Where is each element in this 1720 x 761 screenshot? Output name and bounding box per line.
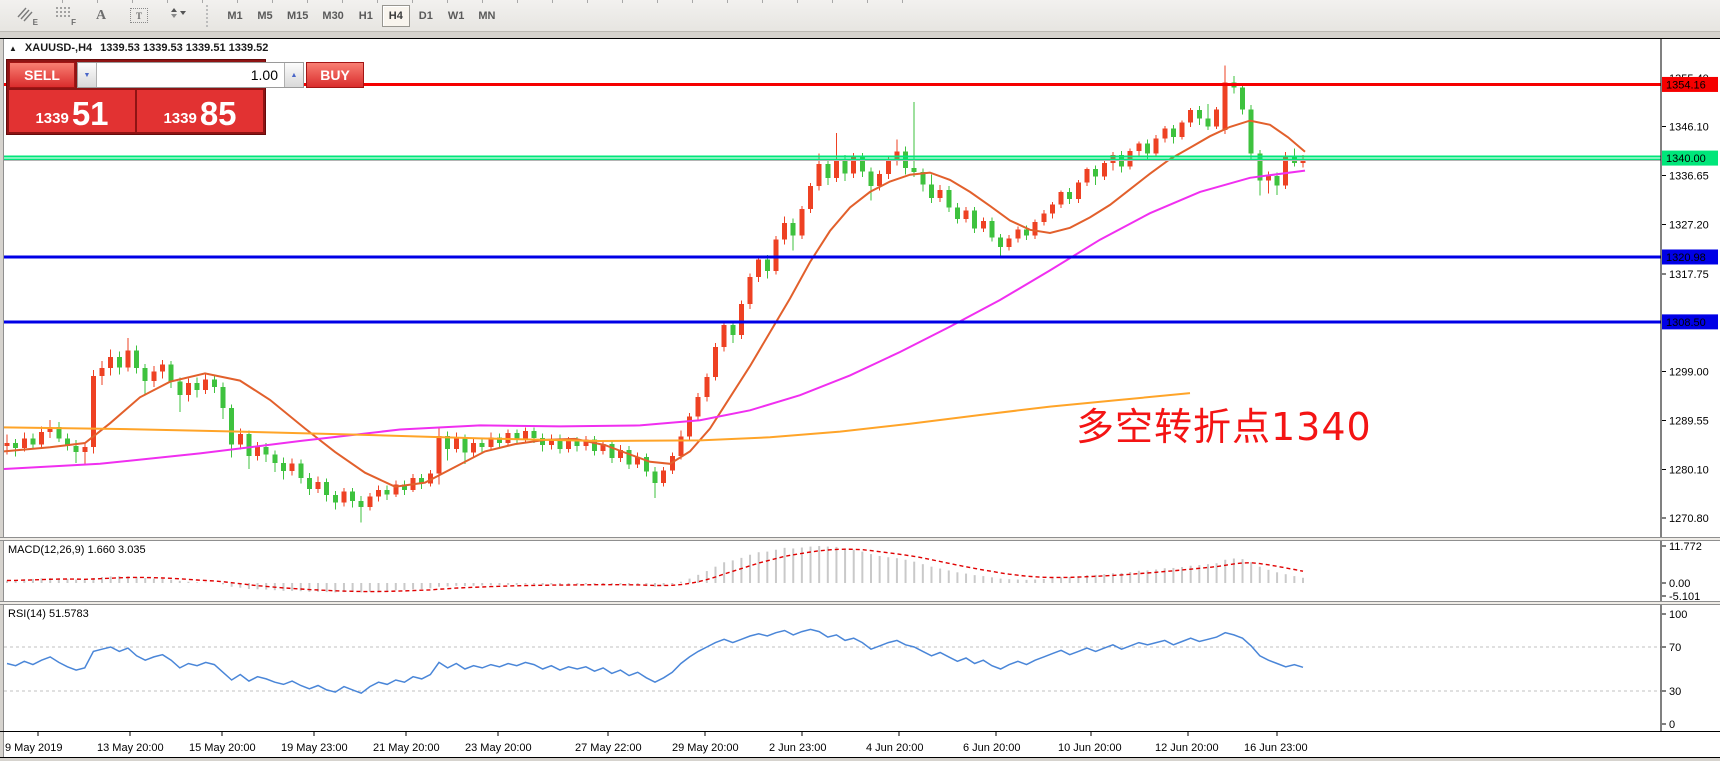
tf-button-mn[interactable]: MN	[472, 5, 501, 27]
svg-text:10 Jun 20:00: 10 Jun 20:00	[1058, 742, 1122, 754]
text-label-icon: A	[96, 8, 106, 24]
ohlc-values: 1339.53 1339.53 1339.51 1339.52	[100, 42, 268, 54]
svg-text:19 May 23:00: 19 May 23:00	[281, 742, 348, 754]
svg-text:29 May 20:00: 29 May 20:00	[672, 742, 739, 754]
arrange-button[interactable]	[160, 3, 194, 29]
ma-slow	[4, 393, 1190, 441]
svg-text:30: 30	[1669, 686, 1681, 698]
window-left-edge	[0, 39, 4, 757]
svg-text:2 Jun 23:00: 2 Jun 23:00	[769, 742, 827, 754]
rsi-line	[7, 629, 1303, 693]
grid-icon-letter: F	[71, 18, 76, 27]
svg-text:16 Jun 23:00: 16 Jun 23:00	[1244, 742, 1308, 754]
text-box-icon: T	[130, 8, 148, 23]
rsi-panel-layer	[4, 629, 1661, 693]
buy-button[interactable]: BUY	[306, 62, 364, 88]
svg-text:0.00: 0.00	[1669, 578, 1690, 590]
svg-text:1336.65: 1336.65	[1669, 171, 1709, 183]
chart-title: ▲ XAUUSD-,H4 1339.53 1339.53 1339.51 133…	[9, 42, 268, 54]
svg-text:1320.98: 1320.98	[1666, 252, 1706, 264]
tf-button-m1[interactable]: M1	[221, 5, 249, 27]
text-box-button[interactable]: T	[122, 3, 156, 29]
svg-text:27 May 22:00: 27 May 22:00	[575, 742, 642, 754]
macd-panel-layer	[7, 546, 1303, 592]
sell-price-big-figure: 1339	[35, 110, 68, 127]
svg-text:0: 0	[1669, 719, 1675, 731]
grid-button[interactable]: F	[46, 3, 80, 29]
buy-price-big-figure: 1339	[163, 110, 196, 127]
collapse-triangle-icon[interactable]: ▲	[9, 44, 17, 53]
svg-text:1346.10: 1346.10	[1669, 121, 1709, 133]
svg-text:15 May 20:00: 15 May 20:00	[189, 742, 256, 754]
volume-down-button[interactable]: ▼	[78, 63, 97, 87]
svg-text:1317.75: 1317.75	[1669, 269, 1709, 281]
one-click-trade-panel: SELL ▼ ▲ BUY 1339 51 1339 85	[6, 59, 266, 135]
symbol-period-label: XAUUSD-,H4	[25, 42, 92, 54]
toolbar: E F A T M1 M5 M15	[0, 0, 1720, 32]
volume-input[interactable]	[97, 63, 284, 87]
svg-text:70: 70	[1669, 642, 1681, 654]
buy-price-pips: 85	[200, 99, 237, 129]
volume-up-button[interactable]: ▲	[284, 63, 303, 87]
svg-text:1340.00: 1340.00	[1666, 153, 1706, 165]
svg-text:1327.20: 1327.20	[1669, 220, 1709, 232]
svg-text:11.772: 11.772	[1669, 541, 1702, 553]
svg-text:1280.10: 1280.10	[1669, 465, 1709, 477]
main-macd-splitter[interactable]	[0, 537, 1720, 541]
macd-indicator-label: MACD(12,26,9) 1.660 3.035	[8, 544, 146, 556]
tf-button-w1[interactable]: W1	[442, 5, 471, 27]
axis-layer[interactable]: 1355.401346.101336.651327.201317.751299.…	[5, 39, 1718, 754]
sell-price-pips: 51	[72, 99, 109, 129]
tf-button-d1[interactable]: D1	[412, 5, 440, 27]
svg-text:1308.50: 1308.50	[1666, 317, 1706, 329]
svg-text:1270.80: 1270.80	[1669, 513, 1709, 525]
indicators-button[interactable]: E	[8, 3, 42, 29]
svg-text:1289.55: 1289.55	[1669, 415, 1709, 427]
indicators-icon-letter: E	[33, 18, 38, 27]
sort-arrows-icon	[167, 6, 187, 25]
tf-button-m30[interactable]: M30	[316, 5, 349, 27]
svg-text:13 May 20:00: 13 May 20:00	[97, 742, 164, 754]
tf-button-h1[interactable]: H1	[352, 5, 380, 27]
chart-annotation-text: 多空转折点1340	[1076, 396, 1372, 451]
grid-icon	[55, 5, 72, 26]
svg-text:6 Jun 20:00: 6 Jun 20:00	[963, 742, 1021, 754]
rsi-bottom-border	[0, 731, 1720, 732]
svg-text:9 May 2019: 9 May 2019	[5, 742, 62, 754]
svg-text:1299.00: 1299.00	[1669, 366, 1709, 378]
svg-text:4 Jun 20:00: 4 Jun 20:00	[866, 742, 924, 754]
svg-text:12 Jun 20:00: 12 Jun 20:00	[1155, 742, 1219, 754]
svg-text:21 May 20:00: 21 May 20:00	[373, 742, 440, 754]
rsi-indicator-label: RSI(14) 51.5783	[8, 608, 89, 620]
svg-text:23 May 20:00: 23 May 20:00	[465, 742, 532, 754]
sell-price-display[interactable]: 1339 51	[9, 90, 135, 132]
volume-stepper: ▼ ▲	[77, 62, 304, 88]
svg-text:100: 100	[1669, 609, 1687, 621]
toolbar-separator[interactable]	[206, 5, 212, 27]
tf-button-m5[interactable]: M5	[251, 5, 279, 27]
text-label-button[interactable]: A	[84, 3, 118, 29]
tf-button-m15[interactable]: M15	[281, 5, 314, 27]
buy-price-display[interactable]: 1339 85	[137, 90, 263, 132]
tf-button-h4[interactable]: H4	[382, 5, 410, 27]
svg-text:1354.16: 1354.16	[1666, 79, 1706, 91]
macd-rsi-splitter[interactable]	[0, 601, 1720, 605]
sell-button[interactable]: SELL	[9, 62, 75, 88]
window-bottom-edge	[0, 757, 1720, 761]
indicators-icon	[16, 5, 34, 27]
